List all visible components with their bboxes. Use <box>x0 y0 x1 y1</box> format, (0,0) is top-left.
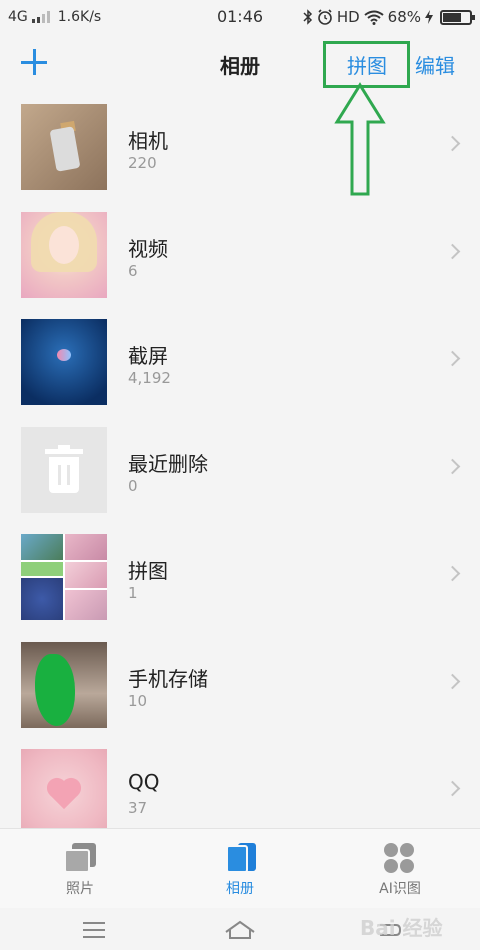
album-thumbnail <box>21 104 107 190</box>
album-count: 0 <box>128 476 138 495</box>
album-row-videos[interactable]: 视频 6 <box>0 200 480 308</box>
album-count: 37 <box>128 799 148 817</box>
home-icon[interactable] <box>224 920 256 940</box>
battery-percent: 68% <box>387 8 421 26</box>
chevron-right-icon <box>444 458 461 474</box>
tab-label: 相册 <box>226 881 254 897</box>
tab-albums[interactable]: 相册 <box>180 829 300 909</box>
album-row-recently-deleted[interactable]: 最近删除 0 <box>0 415 480 523</box>
trash-icon <box>45 444 83 493</box>
charging-icon <box>425 10 433 24</box>
ai-recognition-icon <box>384 843 416 873</box>
chevron-right-icon <box>444 673 461 689</box>
album-thumbnail <box>21 426 107 513</box>
album-row-qq[interactable]: QQ 37 <box>0 737 480 828</box>
battery-icon <box>440 9 475 25</box>
status-bar: 4G 1.6K/s 01:46 HD 68% <box>0 0 480 34</box>
album-name: 相机 <box>128 129 168 153</box>
status-right: HD 68% <box>303 8 475 26</box>
hd-indicator: HD <box>336 8 360 26</box>
album-thumbnail <box>21 641 107 728</box>
tab-photos[interactable]: 照片 <box>20 829 140 909</box>
add-album-button[interactable] <box>20 48 48 76</box>
bluetooth-icon <box>303 9 312 25</box>
bottom-tab-bar: 照片 相册 AI识图 <box>0 828 480 908</box>
edit-button[interactable]: 编辑 <box>415 50 455 79</box>
album-thumbnail <box>21 319 107 405</box>
album-count: 4,192 <box>128 369 171 387</box>
annotation-highlight-box <box>323 41 410 88</box>
tab-ai-recognition[interactable]: AI识图 <box>340 829 460 909</box>
tab-label: AI识图 <box>379 881 421 897</box>
album-name: 视频 <box>128 236 168 261</box>
watermark: Bai 经验 <box>360 916 443 940</box>
album-thumbnail <box>21 749 107 828</box>
album-thumbnail <box>21 211 107 298</box>
tab-label: 照片 <box>66 881 94 897</box>
album-count: 6 <box>128 261 138 280</box>
chevron-right-icon <box>444 565 461 582</box>
chevron-right-icon <box>444 135 461 152</box>
album-name: 手机存储 <box>128 666 208 691</box>
chevron-right-icon <box>444 780 461 797</box>
album-count: 10 <box>128 691 148 710</box>
album-row-phone-storage[interactable]: 手机存储 10 <box>0 630 480 738</box>
battery-fill <box>443 12 461 22</box>
album-row-camera[interactable]: 相机 220 <box>0 92 480 200</box>
photos-icon <box>64 843 96 873</box>
album-name: 最近删除 <box>128 451 208 476</box>
album-thumbnail <box>21 534 107 620</box>
album-name: 拼图 <box>128 559 168 583</box>
wifi-icon <box>364 10 384 25</box>
album-count: 1 <box>128 584 138 602</box>
album-count: 220 <box>128 154 157 172</box>
album-name: QQ <box>128 770 160 794</box>
alarm-icon <box>318 9 332 25</box>
albums-icon <box>224 843 256 873</box>
album-row-collage[interactable]: 拼图 1 <box>0 522 480 630</box>
album-name: 截屏 <box>128 344 168 368</box>
album-row-screenshots[interactable]: 截屏 4,192 <box>0 307 480 415</box>
chevron-right-icon <box>444 243 461 259</box>
album-list: 相机 220 视频 6 截屏 4,192 最近删除 0 拼图 1 手机存储 10… <box>0 92 480 828</box>
menu-icon[interactable] <box>83 922 105 943</box>
chevron-right-icon <box>444 350 461 367</box>
